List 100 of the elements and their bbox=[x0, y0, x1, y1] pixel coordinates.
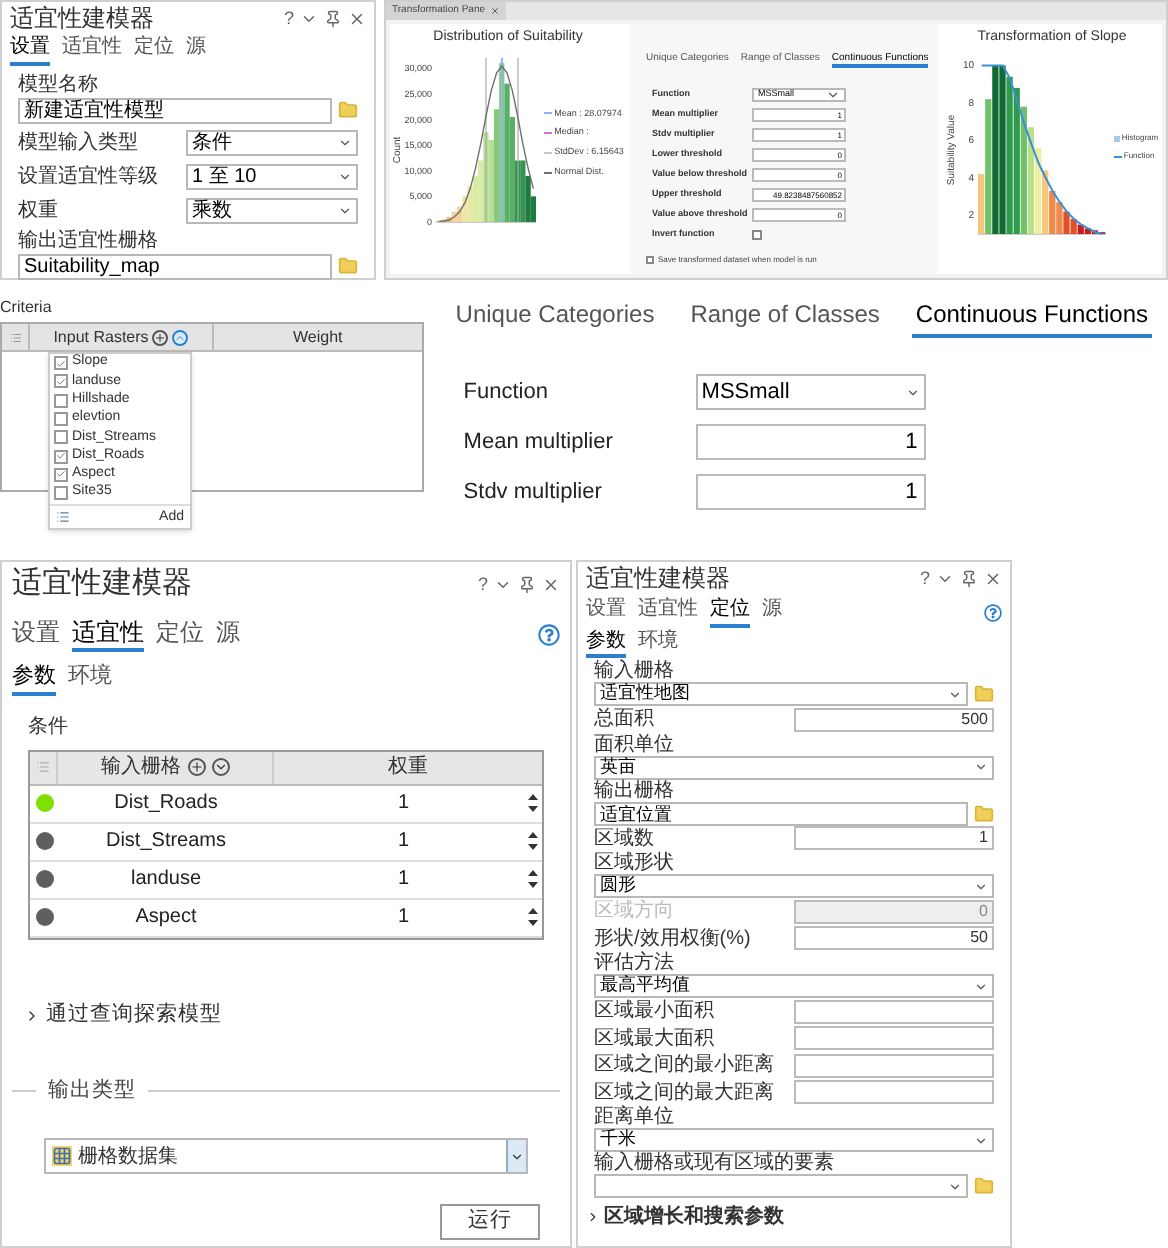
weight-field[interactable]: 1 bbox=[398, 826, 410, 857]
checkbox[interactable] bbox=[54, 374, 68, 389]
tab[interactable]: 环境 bbox=[638, 629, 678, 658]
spinner-icon[interactable] bbox=[528, 832, 538, 851]
checkbox[interactable] bbox=[752, 229, 762, 240]
checkbox[interactable] bbox=[54, 449, 68, 464]
chevron-down-icon[interactable] bbox=[974, 760, 988, 774]
weight-field[interactable]: 1 bbox=[398, 902, 410, 933]
chevron-down-icon[interactable] bbox=[338, 169, 352, 183]
close-icon[interactable] bbox=[542, 575, 560, 593]
number-field[interactable] bbox=[794, 1026, 994, 1051]
close-icon[interactable] bbox=[348, 9, 366, 27]
number-field[interactable]: 50 bbox=[794, 926, 994, 951]
checkbox[interactable] bbox=[54, 393, 68, 408]
number-field[interactable]: 1 bbox=[695, 474, 926, 510]
help-icon[interactable] bbox=[538, 624, 560, 646]
expand-icon[interactable] bbox=[211, 758, 229, 777]
spinner-icon[interactable] bbox=[528, 870, 538, 889]
dropdown[interactable]: 乘数 bbox=[186, 197, 358, 223]
chevron-down-icon[interactable] bbox=[826, 87, 840, 102]
dropdown[interactable]: 英亩 bbox=[594, 755, 994, 779]
checkbox[interactable] bbox=[54, 467, 68, 482]
tab[interactable]: 参数 bbox=[586, 629, 626, 658]
close-icon[interactable] bbox=[984, 569, 1002, 587]
number-field[interactable]: 1 bbox=[794, 826, 994, 851]
text-field[interactable]: 适宜位置 bbox=[594, 801, 968, 825]
dropdown[interactable]: 条件 bbox=[186, 129, 358, 155]
chevron-down-icon[interactable] bbox=[974, 879, 988, 893]
chevron-down-icon[interactable] bbox=[338, 203, 352, 217]
number-field[interactable]: 500 bbox=[794, 707, 994, 732]
tab[interactable]: 适宜性 bbox=[72, 618, 144, 652]
collapse-icon[interactable] bbox=[172, 329, 189, 345]
tab[interactable]: Continuous Functions bbox=[911, 300, 1152, 338]
chevron-down-icon[interactable] bbox=[948, 687, 962, 701]
pin-icon[interactable] bbox=[518, 575, 536, 593]
dropdown[interactable]: 栅格数据集 bbox=[44, 1138, 528, 1175]
help-button[interactable]: ? bbox=[477, 575, 488, 593]
help-icon[interactable] bbox=[984, 603, 1002, 622]
dropdown[interactable]: 圆形 bbox=[594, 874, 994, 898]
tab[interactable]: 定位 bbox=[710, 598, 750, 627]
dropdown[interactable]: MSSmall bbox=[695, 374, 926, 410]
help-button[interactable]: ? bbox=[283, 9, 294, 27]
chevron-down-icon[interactable] bbox=[338, 135, 352, 149]
dropdown[interactable]: 最高平均值 bbox=[594, 974, 994, 998]
tab[interactable]: 源 bbox=[216, 618, 240, 652]
add-icon[interactable] bbox=[152, 329, 169, 345]
field-label: Mean multiplier bbox=[463, 427, 615, 458]
tab[interactable]: 适宜性 bbox=[638, 598, 698, 627]
text-field[interactable]: Suitability_map bbox=[18, 253, 332, 279]
dropdown[interactable]: 适宜性地图 bbox=[594, 682, 968, 706]
tab[interactable]: 设置 bbox=[12, 618, 60, 652]
checkbox[interactable] bbox=[646, 256, 654, 265]
tab[interactable]: 源 bbox=[186, 36, 206, 65]
checkbox[interactable] bbox=[54, 430, 68, 445]
tab[interactable]: Range of Classes bbox=[686, 300, 884, 338]
number-field[interactable] bbox=[794, 999, 994, 1024]
field-label: 区域最小面积 bbox=[594, 1000, 714, 1023]
chevron-down-icon[interactable] bbox=[905, 385, 920, 399]
dropdown[interactable]: 1 至 10 bbox=[186, 163, 358, 189]
text-field[interactable]: 新建适宜性模型 bbox=[18, 97, 332, 123]
chevron-down-icon[interactable] bbox=[974, 1133, 988, 1147]
field-label: 面积单位 bbox=[594, 733, 676, 755]
tab[interactable]: 设置 bbox=[10, 36, 50, 65]
table-cell-text: Dist_Streams bbox=[105, 828, 226, 857]
number-field[interactable] bbox=[794, 1080, 994, 1105]
checkbox[interactable] bbox=[54, 412, 68, 427]
expander[interactable]: 通过查询探索模型 bbox=[24, 999, 560, 1031]
chevron-right-icon[interactable] bbox=[24, 1007, 40, 1024]
spinner-icon[interactable] bbox=[528, 794, 538, 813]
list-icon[interactable] bbox=[56, 510, 70, 525]
help-button[interactable]: ? bbox=[919, 569, 930, 587]
number-field[interactable] bbox=[794, 1053, 994, 1078]
add-icon[interactable] bbox=[187, 758, 205, 777]
field-label: 区域方向 bbox=[594, 900, 674, 923]
weight-field[interactable]: 1 bbox=[398, 788, 410, 819]
chevron-down-icon[interactable] bbox=[948, 1179, 962, 1193]
table-cell-text: Aspect bbox=[135, 904, 197, 933]
tab[interactable]: 环境 bbox=[68, 664, 112, 696]
dropdown[interactable]: 千米 bbox=[594, 1128, 994, 1152]
run-button[interactable]: 运行 bbox=[440, 1204, 540, 1241]
tab[interactable]: 定位 bbox=[156, 618, 204, 652]
tab[interactable]: 参数 bbox=[12, 664, 56, 696]
chevron-down-icon[interactable] bbox=[974, 979, 988, 993]
weight-field[interactable]: 1 bbox=[398, 864, 410, 895]
field-label: 输入栅格 bbox=[594, 660, 676, 682]
expander[interactable]: 区域增长和搜索参数 bbox=[586, 1202, 1002, 1232]
checkbox[interactable] bbox=[54, 486, 68, 501]
pin-icon[interactable] bbox=[324, 9, 342, 27]
column-header: 输入栅格 bbox=[101, 753, 181, 783]
chevron-down-icon[interactable] bbox=[510, 1149, 524, 1164]
checkbox[interactable] bbox=[54, 356, 68, 371]
pin-icon[interactable] bbox=[960, 569, 978, 587]
spinner-icon[interactable] bbox=[528, 908, 538, 927]
tab[interactable]: 定位 bbox=[134, 36, 174, 65]
tab[interactable]: Unique Categories bbox=[451, 300, 659, 338]
tab[interactable]: 源 bbox=[762, 598, 782, 627]
tab[interactable]: 设置 bbox=[586, 598, 626, 627]
number-field[interactable]: 1 bbox=[695, 424, 926, 460]
chevron-right-icon[interactable] bbox=[586, 1210, 600, 1224]
tab[interactable]: 适宜性 bbox=[62, 36, 122, 65]
